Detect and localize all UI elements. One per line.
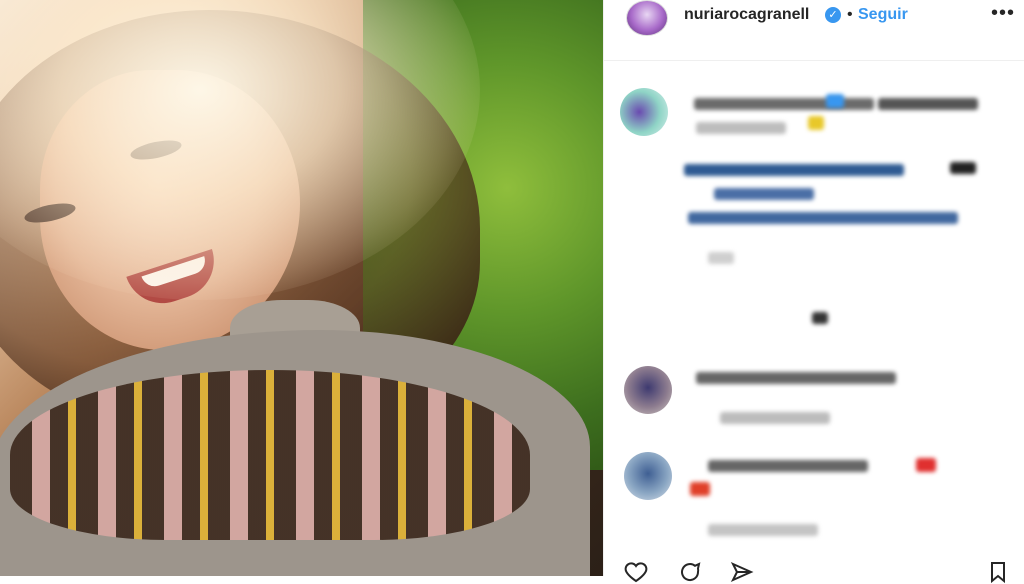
post-side-panel: nuriarocagranell ✓ • Seguir ••• [603, 0, 1024, 584]
commenter-avatar[interactable] [620, 88, 668, 136]
obscured-text [708, 460, 868, 472]
obscured-text [812, 312, 828, 324]
profile-avatar[interactable] [626, 0, 668, 36]
commenter-avatar[interactable] [624, 366, 672, 414]
obscured-text [950, 162, 976, 174]
obscured-emoji [808, 116, 824, 130]
heart-icon[interactable] [624, 560, 648, 584]
obscured-text [878, 98, 978, 110]
obscured-hashtags [714, 188, 814, 200]
separator-dot: • [847, 6, 853, 23]
more-options-icon[interactable]: ••• [991, 2, 1015, 25]
comment-icon[interactable] [678, 560, 702, 584]
post-header: nuriarocagranell ✓ • Seguir ••• [604, 0, 1024, 61]
obscured-hashtags [684, 164, 904, 176]
obscured-hashtags [688, 212, 958, 224]
post-photo[interactable] [0, 0, 603, 576]
obscured-text [708, 524, 818, 536]
obscured-text [696, 372, 896, 384]
follow-button[interactable]: Seguir [858, 6, 908, 24]
post-actions-bar [604, 556, 1024, 584]
obscured-text [696, 122, 786, 134]
bookmark-icon[interactable] [986, 560, 1010, 584]
obscured-emoji [826, 94, 844, 108]
obscured-text [694, 98, 874, 110]
obscured-text [708, 252, 734, 264]
obscured-text [720, 412, 830, 424]
verified-badge-icon: ✓ [825, 7, 841, 23]
commenter-avatar[interactable] [624, 452, 672, 500]
obscured-emoji [690, 482, 710, 496]
obscured-emoji [916, 458, 936, 472]
sweater-pattern [10, 370, 530, 540]
username-link[interactable]: nuriarocagranell [684, 6, 809, 24]
paper-plane-icon[interactable] [730, 560, 754, 584]
